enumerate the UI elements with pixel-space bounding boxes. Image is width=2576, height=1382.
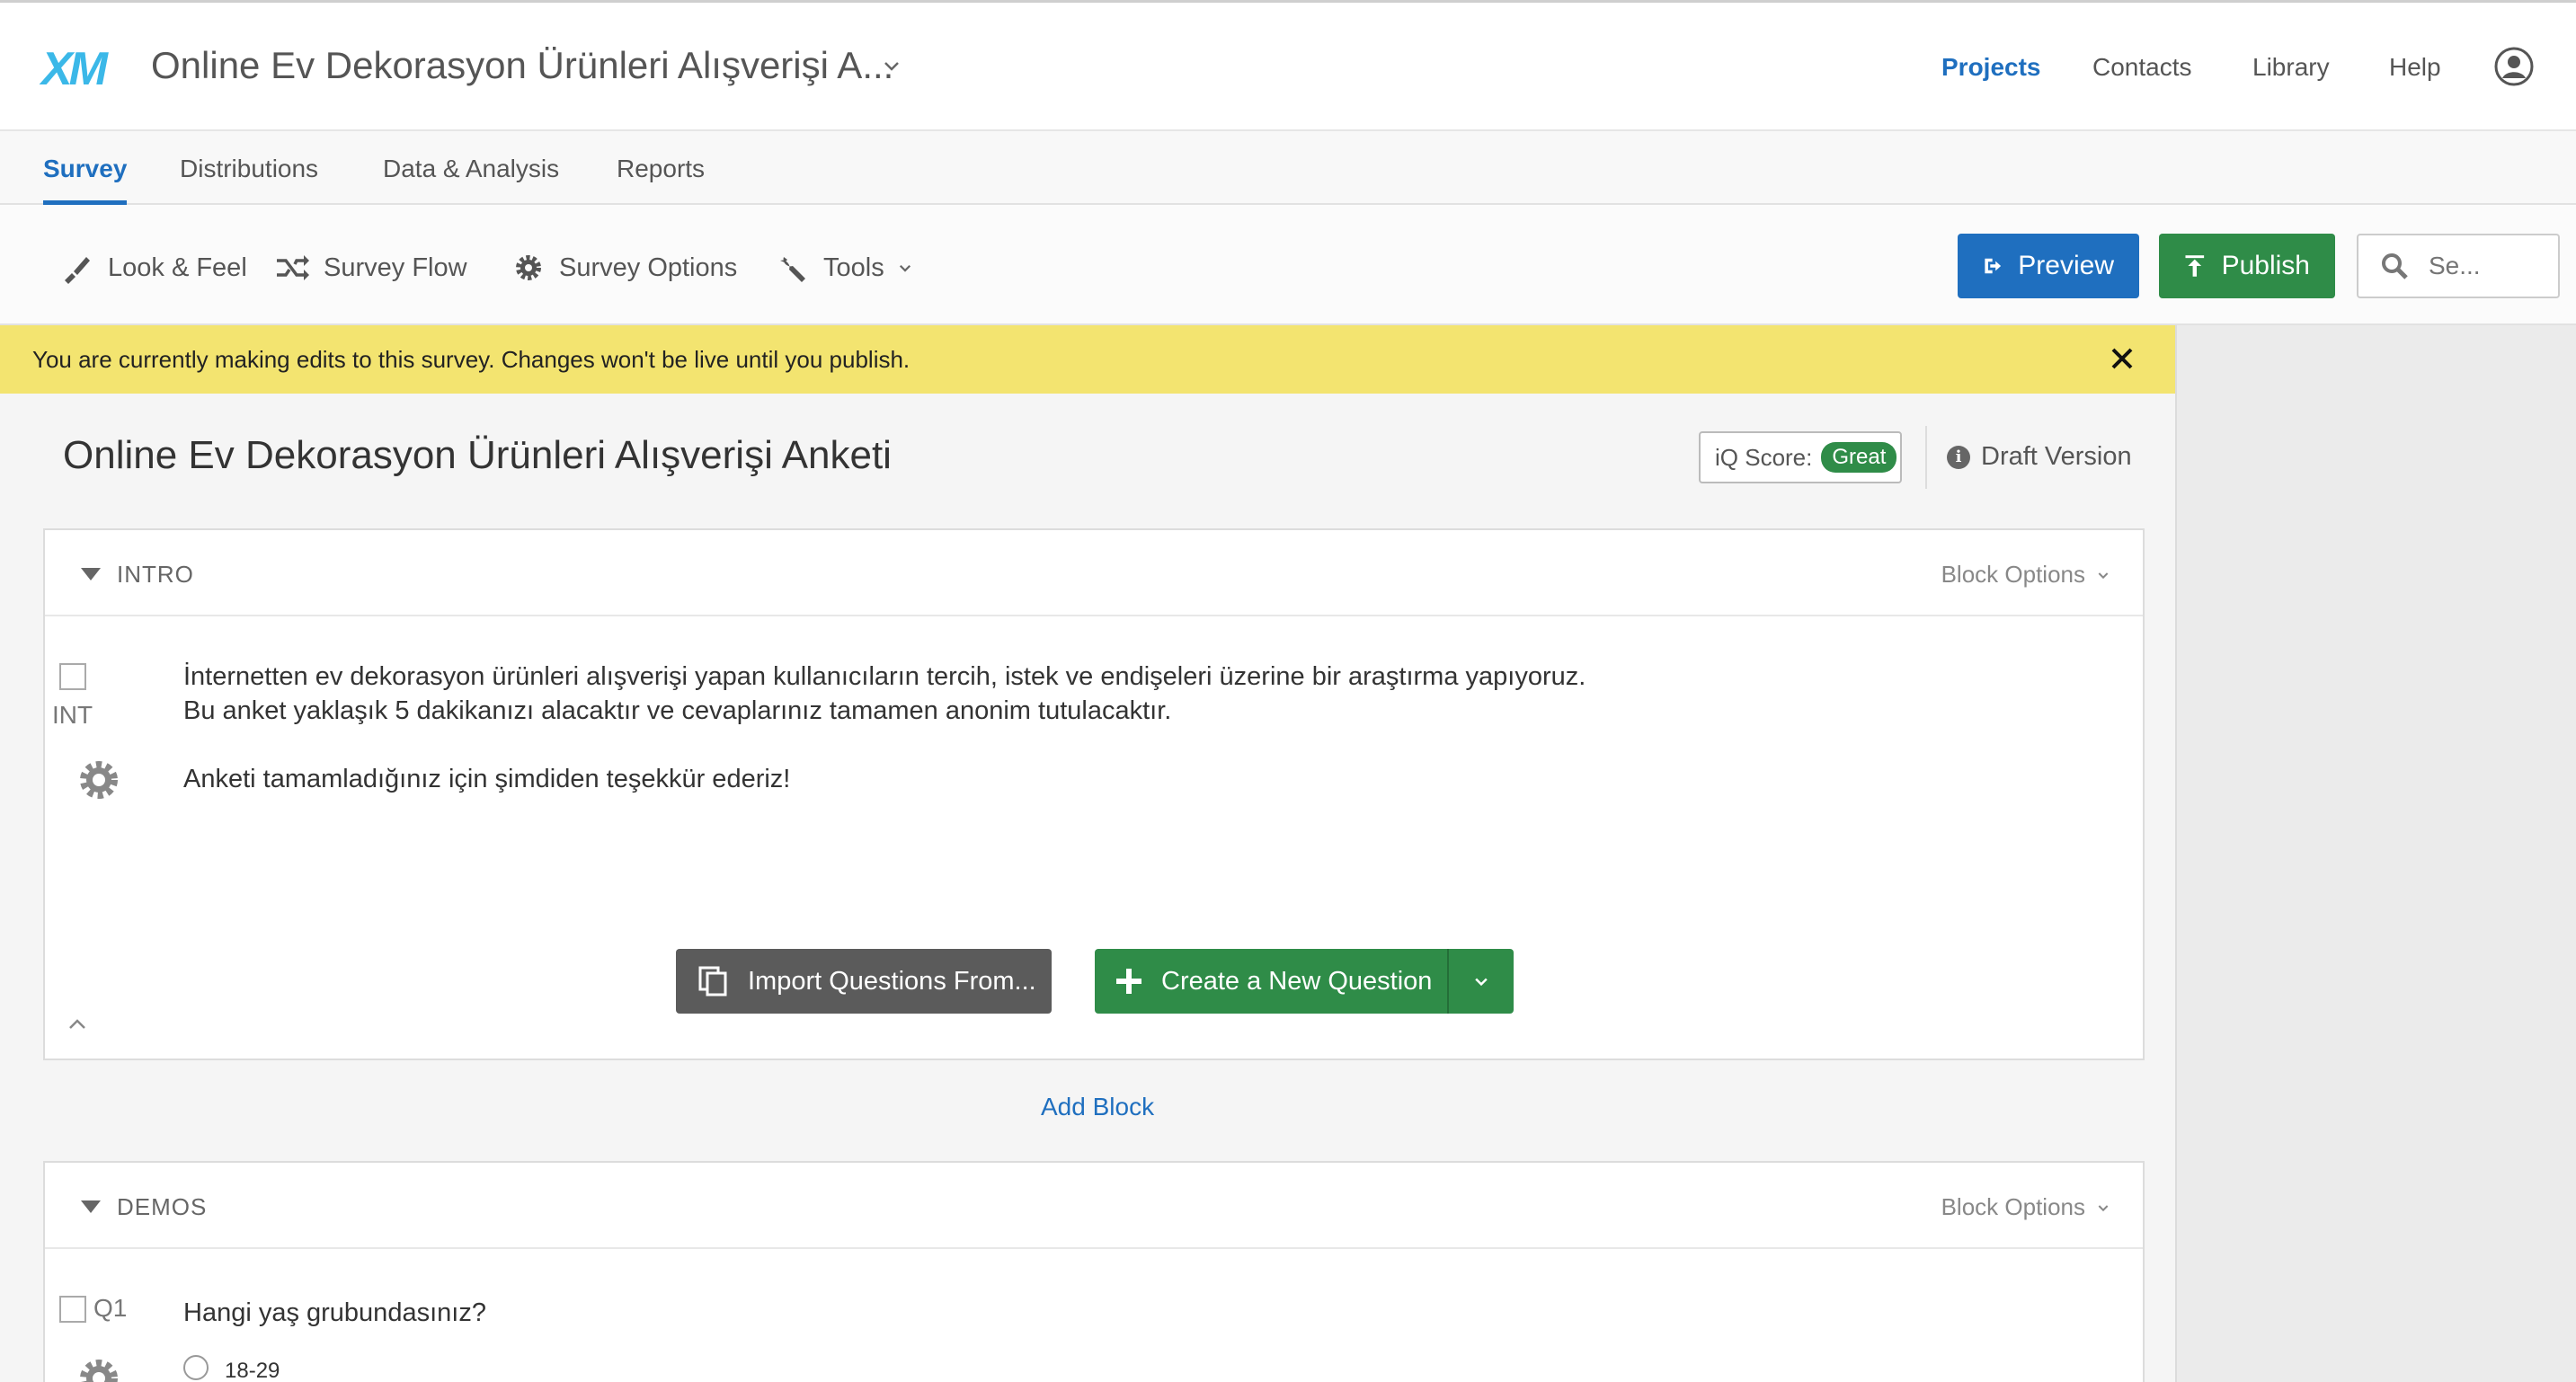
demos-block: DEMOS Block Options Q1 Hangi yaş grubund… (43, 1161, 2145, 1382)
banner-message: You are currently making edits to this s… (32, 345, 910, 373)
nav-help[interactable]: Help (2389, 53, 2441, 82)
project-title[interactable]: Online Ev Dekorasyon Ürünleri Alışverişi… (151, 44, 893, 87)
add-block-link[interactable]: Add Block (1041, 1093, 1154, 1121)
top-bar: XM Online Ev Dekorasyon Ürünleri Alışver… (0, 0, 2576, 131)
block-options-label: Block Options (1941, 561, 2085, 588)
publish-warning-banner: You are currently making edits to this s… (0, 325, 2175, 394)
preview-icon (1985, 258, 2002, 274)
plus-icon (1116, 969, 1141, 994)
info-icon: i (1947, 445, 1970, 469)
xm-logo[interactable]: XM (41, 42, 108, 96)
question-checkbox[interactable] (59, 1296, 86, 1323)
create-question-button[interactable]: Create a New Question (1095, 949, 1514, 1014)
survey-flow-label: Survey Flow (324, 252, 467, 282)
wrench-icon (780, 257, 805, 282)
question-id: Q1 (93, 1294, 128, 1322)
block-name[interactable]: DEMOS (117, 1193, 207, 1221)
tab-reports[interactable]: Reports (617, 155, 705, 205)
caret-down-icon[interactable] (81, 1200, 101, 1213)
look-feel-label: Look & Feel (108, 252, 247, 282)
answer-option-label[interactable]: 18-29 (225, 1359, 280, 1382)
tab-data-analysis[interactable]: Data & Analysis (383, 155, 559, 205)
question-text-line[interactable]: Bu anket yaklaşık 5 dakikanızı alacaktır… (183, 694, 1171, 728)
gear-icon (516, 255, 541, 280)
close-icon[interactable] (2109, 345, 2136, 372)
search-box[interactable] (2357, 234, 2560, 298)
survey-toolbar: Look & Feel Survey Flow Survey Options T… (0, 205, 2576, 325)
preview-button[interactable]: Preview (1958, 234, 2139, 298)
search-input[interactable] (2429, 252, 2527, 280)
create-question-label: Create a New Question (1161, 966, 1433, 996)
create-question-dropdown[interactable] (1449, 949, 1514, 1014)
nav-library[interactable]: Library (2252, 53, 2330, 82)
iq-score-label: iQ Score: (1715, 443, 1813, 471)
survey-flow-button[interactable]: Survey Flow (275, 250, 467, 286)
import-questions-button[interactable]: Import Questions From... (676, 949, 1052, 1014)
intro-block: INTRO Block Options INT İnternetten ev d… (43, 528, 2145, 1060)
create-question-main[interactable]: Create a New Question (1095, 949, 1449, 1014)
iq-score-badge: Great (1821, 442, 1897, 473)
chevron-down-icon (2098, 1204, 2109, 1211)
look-feel-button[interactable]: Look & Feel (59, 250, 247, 286)
block-name[interactable]: INTRO (117, 561, 194, 589)
nav-contacts[interactable]: Contacts (2092, 53, 2192, 82)
chevron-down-icon (1475, 978, 1488, 987)
question-text-line[interactable]: İnternetten ev dekorasyon ürünleri alışv… (183, 660, 1586, 694)
paintbrush-icon (65, 257, 90, 284)
logo-text: XM (41, 43, 108, 95)
right-side-panel (2175, 325, 2576, 1382)
iq-score[interactable]: iQ Score: Great (1699, 431, 1902, 483)
tab-distributions[interactable]: Distributions (180, 155, 318, 205)
preview-label: Preview (2018, 251, 2114, 280)
tools-label: Tools (823, 252, 884, 282)
block-options-dropdown[interactable]: Block Options (1941, 1193, 2110, 1221)
import-questions-label: Import Questions From... (748, 966, 1036, 996)
question-id: INT (52, 701, 93, 729)
question-text[interactable]: Hangi yaş grubundasınız? (183, 1296, 486, 1330)
tools-dropdown[interactable]: Tools (775, 250, 913, 286)
publish-label: Publish (2221, 251, 2310, 280)
survey-editor: You are currently making edits to this s… (0, 325, 2175, 1382)
draft-version-label: Draft Version (1981, 442, 2132, 471)
question-text-line[interactable]: Anketi tamamladığınız için şimdiden teşe… (183, 762, 790, 796)
divider (1925, 426, 1927, 489)
gear-icon[interactable] (76, 1355, 122, 1382)
chevron-up-icon[interactable] (68, 1019, 86, 1030)
question-checkbox[interactable] (59, 663, 86, 690)
survey-tabs: Survey Distributions Data & Analysis Rep… (0, 131, 2576, 205)
flow-icon (277, 255, 309, 280)
copy-icon (698, 966, 727, 997)
publish-icon (2185, 255, 2205, 277)
survey-options-label: Survey Options (559, 252, 738, 282)
block-options-label: Block Options (1941, 1193, 2085, 1220)
chevron-down-icon (2098, 571, 2109, 579)
tab-survey[interactable]: Survey (43, 155, 128, 205)
publish-button[interactable]: Publish (2159, 234, 2335, 298)
chevron-down-icon[interactable] (881, 55, 902, 76)
gear-icon[interactable] (76, 757, 122, 803)
survey-options-button[interactable]: Survey Options (511, 250, 737, 286)
block-header: DEMOS Block Options (45, 1163, 2143, 1249)
user-avatar-icon[interactable] (2493, 46, 2535, 87)
nav-projects[interactable]: Projects (1941, 53, 2041, 82)
answer-radio[interactable] (183, 1355, 209, 1380)
caret-down-icon[interactable] (81, 568, 101, 580)
draft-version[interactable]: i Draft Version (1947, 442, 2132, 472)
block-options-dropdown[interactable]: Block Options (1941, 561, 2110, 589)
block-header: INTRO Block Options (45, 530, 2143, 616)
chevron-down-icon (899, 264, 910, 272)
survey-title[interactable]: Online Ev Dekorasyon Ürünleri Alışverişi… (63, 433, 892, 478)
search-icon (2382, 253, 2408, 279)
